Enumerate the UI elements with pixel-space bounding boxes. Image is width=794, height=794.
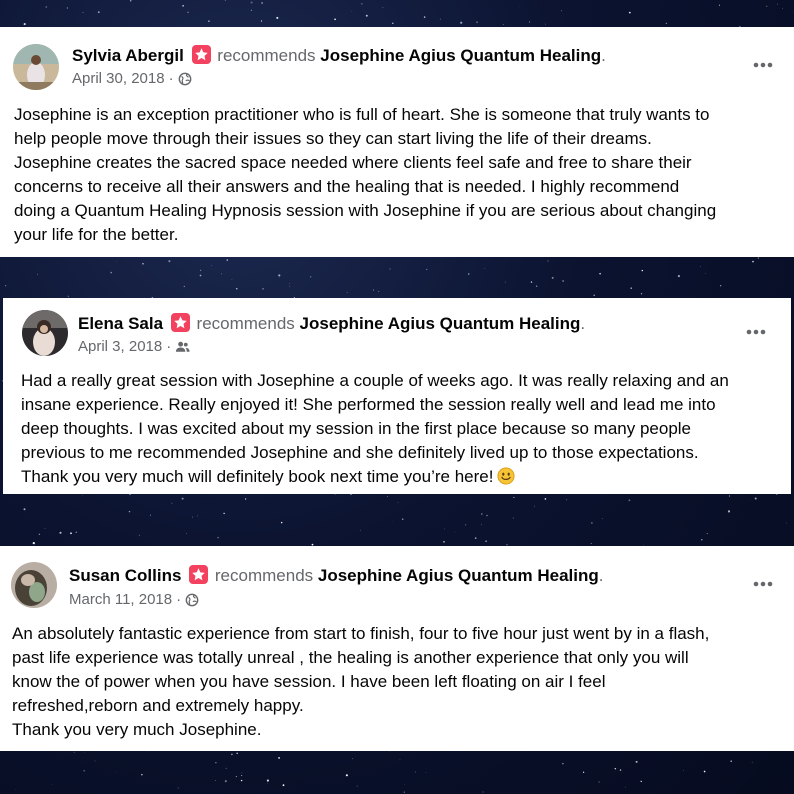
more-options-icon[interactable] bbox=[752, 61, 774, 69]
review-line: previous to me recommended Josephine and… bbox=[21, 443, 699, 462]
page-name[interactable]: Josephine Agius Quantum Healing bbox=[318, 566, 599, 585]
review-line: concerns to receive all their answers an… bbox=[14, 177, 680, 196]
review-line: Had a really great session with Josephin… bbox=[21, 371, 729, 390]
post-meta: April 3, 2018 · bbox=[78, 338, 190, 355]
review-line: deep thoughts. I was excited about my se… bbox=[21, 419, 692, 438]
avatar[interactable] bbox=[11, 562, 57, 608]
post-meta: April 30, 2018 · bbox=[72, 70, 192, 87]
recommends-text: recommends bbox=[217, 46, 316, 65]
period: . bbox=[601, 46, 606, 65]
review-line: Josephine is an exception practitioner w… bbox=[14, 105, 710, 124]
review-card: Susan Collins recommends Josephine Agius… bbox=[0, 546, 794, 751]
review-text: Josephine is an exception practitioner w… bbox=[14, 103, 716, 247]
period: . bbox=[580, 314, 586, 333]
avatar[interactable] bbox=[13, 44, 59, 90]
review-text: An absolutely fantastic experience from … bbox=[12, 622, 709, 742]
review-card: Sylvia Abergil recommends Josephine Agiu… bbox=[0, 27, 794, 257]
review-line-with-emoji: Thank you very much will definitely book… bbox=[21, 465, 729, 489]
meta-separator: · bbox=[166, 338, 172, 355]
review-line: An absolutely fantastic experience from … bbox=[12, 624, 710, 643]
meta-separator: · bbox=[176, 591, 182, 608]
review-line: help people move through their issues so… bbox=[14, 129, 652, 148]
review-header: Elena Sala recommends Josephine Agius Qu… bbox=[78, 313, 585, 334]
post-meta: March 11, 2018 · bbox=[69, 591, 199, 608]
author-name[interactable]: Elena Sala bbox=[78, 314, 163, 333]
recommends-text: recommends bbox=[196, 314, 295, 333]
review-line: past life experience was totally unreal … bbox=[12, 648, 689, 667]
author-name[interactable]: Sylvia Abergil bbox=[72, 46, 184, 65]
recommends-badge-icon bbox=[189, 565, 209, 584]
meta-separator: · bbox=[168, 70, 174, 87]
more-options-icon[interactable] bbox=[745, 328, 767, 336]
post-date[interactable]: March 11, 2018 bbox=[69, 591, 172, 608]
globe-icon[interactable] bbox=[178, 72, 192, 86]
author-name[interactable]: Susan Collins bbox=[69, 566, 181, 585]
review-header: Susan Collins recommends Josephine Agius… bbox=[69, 565, 603, 586]
review-line: Thank you very much Josephine. bbox=[12, 720, 262, 739]
review-text: Had a really great session with Josephin… bbox=[21, 369, 729, 489]
review-line: know the of power when you have session.… bbox=[12, 672, 606, 691]
page-name[interactable]: Josephine Agius Quantum Healing bbox=[320, 46, 601, 65]
avatar[interactable] bbox=[22, 310, 68, 356]
recommends-text: recommends bbox=[214, 566, 314, 585]
smiling-face-icon bbox=[497, 467, 516, 485]
post-date[interactable]: April 3, 2018 bbox=[78, 338, 162, 355]
period: . bbox=[598, 566, 604, 585]
more-options-icon[interactable] bbox=[752, 580, 774, 588]
review-line: refreshed,reborn and extremely happy. bbox=[12, 696, 304, 715]
review-line: Thank you very much will definitely book… bbox=[21, 467, 494, 486]
page-name[interactable]: Josephine Agius Quantum Healing bbox=[300, 314, 581, 333]
review-line: Josephine creates the sacred space neede… bbox=[14, 153, 692, 172]
globe-icon[interactable] bbox=[185, 593, 199, 607]
review-header: Sylvia Abergil recommends Josephine Agiu… bbox=[72, 45, 606, 66]
review-line: your life for the better. bbox=[14, 225, 179, 244]
review-card: Elena Sala recommends Josephine Agius Qu… bbox=[3, 298, 791, 494]
friends-icon[interactable] bbox=[175, 340, 190, 354]
review-line: insane experience. Really enjoyed it! Sh… bbox=[21, 395, 716, 414]
recommends-badge-icon bbox=[191, 45, 211, 64]
review-line: doing a Quantum Healing Hypnosis session… bbox=[14, 201, 717, 220]
post-date[interactable]: April 30, 2018 bbox=[72, 70, 165, 87]
recommends-badge-icon bbox=[170, 313, 190, 332]
